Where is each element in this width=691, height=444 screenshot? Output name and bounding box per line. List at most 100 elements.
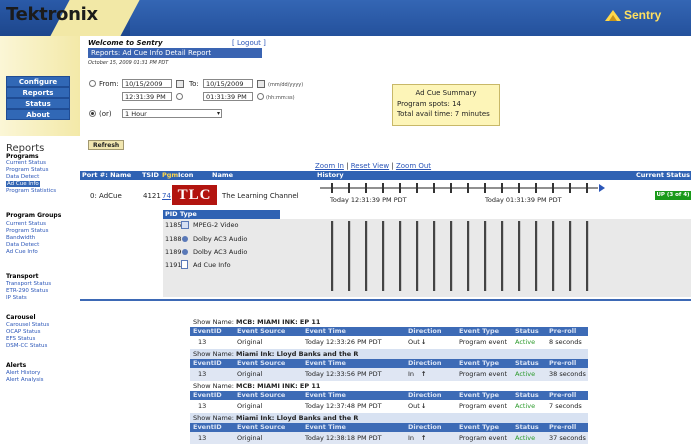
status-button[interactable]: Status [6,98,70,109]
status-badge[interactable]: UP (3 of 4) [655,191,691,200]
sidebar-link[interactable]: DSM-CC Status [6,343,47,349]
sidebar-link[interactable]: IP Stats [6,295,27,301]
pid-number: 1185 [165,221,182,229]
pid-bar [399,221,402,291]
event-cell-preroll: 37 seconds [549,434,586,442]
sidebar-link[interactable]: Ad Cue Info [6,249,38,255]
pid-bar [484,221,487,291]
from-date-input[interactable]: 10/15/2009 [122,79,172,88]
timeline-tick [382,183,384,193]
row-channel-name: The Learning Channel [222,192,299,200]
timeline-tick [348,183,350,193]
timeline-tick [569,183,571,193]
event-col-header: Direction [408,423,442,431]
pid-number: 1188 [165,235,182,243]
timeline-tick [535,183,537,193]
col-pgm[interactable]: Pgm [162,171,178,180]
event-header: EventID Event Source Event Time Direction Ev… [190,423,588,432]
sidebar-link-active[interactable]: Ad Cue Info [6,181,40,187]
range-select[interactable]: 1 Hour ▾ [122,109,222,118]
row-tsid: 4121 [143,192,161,200]
event-cell-id: 13 [198,434,207,442]
or-label: (or) [99,110,112,118]
timeline-tick [433,183,435,193]
tektronix-logo[interactable]: Tektronix [6,4,98,25]
sidebar-link[interactable]: Transport Status [6,281,51,287]
sidebar-link[interactable]: OCAP Status [6,329,41,335]
sidebar-link[interactable]: Bandwidth [6,235,35,241]
logout-link[interactable]: [ Logout ] [232,39,266,47]
event-cell-time: Today 12:38:18 PM PDT [305,434,382,442]
event-cell-status: Active [515,402,536,410]
refresh-button[interactable]: Refresh [88,140,125,150]
sidebar-link[interactable]: Carousel Status [6,322,49,328]
to-date-input[interactable]: 10/15/2009 [203,79,253,88]
from-radio[interactable] [89,80,96,87]
pid-type: Dolby AC3 Audio [193,235,248,243]
sidebar-link[interactable]: Alert History [6,370,40,376]
calendar-icon[interactable] [176,80,184,88]
event-cell-time: Today 12:33:26 PM PDT [305,338,382,346]
from-time-input[interactable]: 12:31:39 PM [122,92,172,101]
calendar-icon[interactable] [257,80,265,88]
event-block: Show Name: Miami Ink: Lloyd Banks and th… [190,413,588,444]
pid-header: PID Type [163,210,280,219]
event-col-header: Direction [408,391,442,399]
row-pgm-link[interactable]: 74 [162,192,171,200]
summary-avail: Total avail time: 7 minutes [397,110,490,118]
pid-type: Dolby AC3 Audio [193,248,248,256]
show-name-label: Show Name: [193,318,237,326]
about-button[interactable]: About [6,109,70,120]
event-cell-status: Active [515,338,536,346]
event-col-header: Status [515,359,539,367]
sidebar-link[interactable]: Data Detect [6,174,39,180]
sidebar-link[interactable]: Data Detect [6,242,39,248]
timeline-tick [365,183,367,193]
to-label: To: [189,80,199,88]
event-col-header: Event Time [305,391,346,399]
configure-button[interactable]: Configure [6,76,70,87]
event-col-header: Event Source [237,327,286,335]
show-name-label: Show Name: [193,350,237,358]
event-col-header: Status [515,423,539,431]
pid-bar [467,221,470,291]
sidebar-link[interactable]: ETR-290 Status [6,288,48,294]
clock-icon[interactable] [257,93,264,100]
event-cell-dir: In [408,370,415,378]
sidebar-heading-alerts: Alerts [6,362,27,369]
event-col-header: Pre-roll [549,359,577,367]
sidebar-link[interactable]: Program Status [6,228,48,234]
to-time-input[interactable]: 01:31:39 PM [203,92,253,101]
sidebar-link[interactable]: Program Statistics [6,188,56,194]
event-row: 13 Original Today 12:37:48 PM PDT Out ↓ Progr… [190,400,588,413]
event-cell-dir: Out [408,402,420,410]
event-col-header: Pre-roll [549,391,577,399]
pid-number: 1191 [165,261,182,269]
sidebar-link[interactable]: EFS Status [6,336,35,342]
event-cell-id: 13 [198,402,207,410]
sidebar-heading-carousel: Carousel [6,314,36,321]
event-header: EventID Event Source Event Time Direction Ev… [190,359,588,368]
event-cell-status: Active [515,434,536,442]
event-cell-id: 13 [198,338,207,346]
zoom-in-link[interactable]: Zoom In [315,162,344,170]
event-col-header: Event Source [237,391,286,399]
timeline-tick [518,183,520,193]
event-cell-preroll: 38 seconds [549,370,586,378]
sidebar-link[interactable]: Alert Analysis [6,377,44,383]
event-header: EventID Event Source Event Time Direction Ev… [190,391,588,400]
clock-icon[interactable] [176,93,183,100]
reports-button[interactable]: Reports [6,87,70,98]
sidebar-link[interactable]: Program Status [6,167,48,173]
event-row: 13 Original Today 12:38:18 PM PDT In ↑ Progra… [190,432,588,444]
sentry-logo[interactable]: Sentry [624,8,661,22]
timeline-tick [552,183,554,193]
range-radio[interactable] [89,110,96,117]
sidebar-link[interactable]: Current Status [6,160,46,166]
sidebar-link[interactable]: Current Status [6,221,46,227]
pid-bar [365,221,368,291]
chevron-down-icon: ▾ [216,110,220,117]
pid-number: 1189 [165,248,182,256]
reset-view-link[interactable]: Reset View [351,162,389,170]
zoom-out-link[interactable]: Zoom Out [396,162,431,170]
